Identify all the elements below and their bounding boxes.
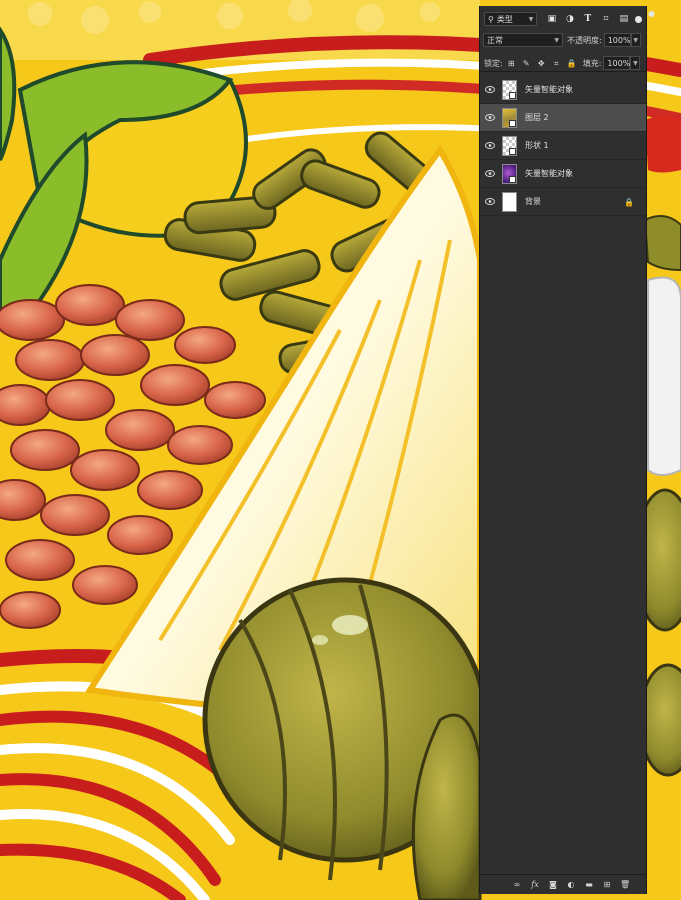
opacity-label: 不透明度: [567,35,602,45]
eye-icon[interactable] [480,170,500,177]
layer-name: 背景 [525,197,541,206]
blend-row: 正常 ▼ 不透明度: 100% ▼ [480,31,646,49]
layer-name: 矢量智能对象 [525,169,573,178]
lock-label: 锁定: [484,58,503,68]
new-layer-icon[interactable]: ⊞ [602,880,612,889]
layer-filter-row: ⚲ 类型 ▼ ▣ ◑ T ⌗ ▤ [480,10,646,28]
layer-filter-select[interactable]: ⚲ 类型 ▼ [484,12,538,26]
layer-row[interactable]: 形状 1 [480,132,646,160]
layer-name: 图层 2 [525,113,549,122]
layer-thumbnail [502,191,517,212]
adjustment-filter-icon[interactable]: ◑ [565,14,574,24]
chevron-down-icon: ▼ [554,36,559,44]
layer-filter-value: 类型 [496,14,513,24]
lock-row: 锁定: ⊞ ✎ ✥ ⌗ 🔒 填充: 100% ▼ [480,55,646,72]
text-filter-icon[interactable]: T [583,14,592,24]
layer-row[interactable]: 矢量智能对象 [480,76,646,104]
trash-icon[interactable]: 🗑 [620,880,630,889]
lock-icon: 🔒 [624,198,634,207]
opacity-chevron-icon[interactable]: ▼ [630,33,641,47]
fill-label: 填充: [582,58,602,68]
layer-row-selected[interactable]: 图层 2 [480,104,646,132]
layer-thumbnail [502,135,517,156]
blend-mode-select[interactable]: 正常 ▼ [483,33,563,47]
shape-filter-icon[interactable]: ⌗ [601,14,610,24]
layer-row[interactable]: 背景 🔒 [480,188,646,216]
lock-paint-icon[interactable]: ✎ [522,59,531,68]
eye-icon[interactable] [480,86,500,93]
layers-list: 矢量智能对象 图层 2 形状 1 矢量智能对象 背景 🔒 [480,76,646,216]
fill-chevron-icon[interactable]: ▼ [630,56,641,70]
folder-icon[interactable]: ▬ [584,880,594,889]
fill-input[interactable]: 100% [603,56,631,70]
panel-grip-icon[interactable] [648,10,655,22]
smart-object-badge-icon [509,119,516,127]
layer-thumbnail [502,163,517,184]
image-filter-icon[interactable]: ▣ [547,14,557,24]
layer-row[interactable]: 矢量智能对象 [480,160,646,188]
eye-icon[interactable] [480,114,500,121]
layer-thumbnail [502,79,517,100]
layer-name: 形状 1 [525,141,549,150]
smart-object-badge-icon [509,175,516,183]
layer-name: 矢量智能对象 [525,85,573,94]
layers-panel: ⚲ 类型 ▼ ▣ ◑ T ⌗ ▤ 正常 ▼ 不透明度: 100% ▼ 锁定: ⊞… [479,6,655,894]
smart-object-badge-icon [509,91,516,99]
lock-move-icon[interactable]: ✥ [537,59,546,68]
layers-footer-toolbar: ∞ fx ◙ ◐ ▬ ⊞ 🗑 [480,874,646,894]
layer-thumbnail [502,107,517,128]
mask-icon[interactable]: ◙ [548,880,558,889]
filter-toggle-icon[interactable] [635,15,642,23]
opacity-input[interactable]: 100% [603,33,631,47]
blend-mode-value: 正常 [487,35,503,45]
lock-artboard-icon[interactable]: ⌗ [552,59,561,68]
shape-badge-icon [509,147,516,155]
eye-icon[interactable] [480,198,500,205]
adjustment-icon[interactable]: ◐ [566,880,576,889]
search-icon: ⚲ [488,14,494,24]
fx-icon[interactable]: fx [530,880,540,889]
link-icon[interactable]: ∞ [512,880,522,889]
chevron-down-icon: ▼ [528,15,534,23]
smart-object-filter-icon[interactable]: ▤ [619,14,629,24]
eye-icon[interactable] [480,142,500,149]
lock-all-icon[interactable]: 🔒 [567,59,577,68]
lock-transparent-icon[interactable]: ⊞ [507,59,516,68]
